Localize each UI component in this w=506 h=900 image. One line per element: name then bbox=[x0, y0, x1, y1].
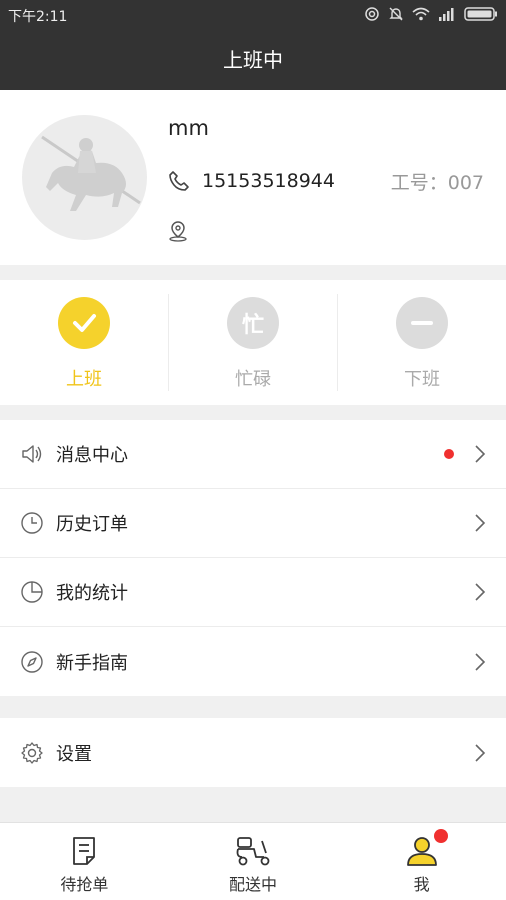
user-icon bbox=[406, 837, 437, 866]
status-on-duty[interactable]: 上班 bbox=[0, 280, 168, 405]
status-label-off-duty: 下班 bbox=[404, 369, 440, 390]
employee-id: 工号：007 bbox=[390, 172, 484, 194]
settings-list: 设置 bbox=[0, 718, 506, 787]
busy-icon: 忙 bbox=[241, 313, 264, 338]
check-icon bbox=[73, 314, 96, 332]
nav-tab-pending-orders[interactable]: 待抢单 bbox=[0, 823, 169, 900]
menu-item-messages[interactable]: 消息中心 bbox=[0, 420, 506, 489]
signal-icon bbox=[439, 8, 454, 21]
gear-icon bbox=[21, 741, 43, 764]
knight-avatar-icon bbox=[41, 135, 141, 211]
nav-label: 待抢单 bbox=[60, 875, 109, 894]
battery-icon bbox=[464, 7, 497, 21]
menu-item-order-history[interactable]: 历史订单 bbox=[0, 489, 506, 558]
nav-tab-me[interactable]: 我 bbox=[337, 823, 506, 900]
chevron-right-icon bbox=[475, 743, 486, 762]
clock-icon bbox=[21, 512, 43, 534]
phone-icon bbox=[169, 171, 189, 191]
menu-item-settings[interactable]: 设置 bbox=[0, 718, 506, 787]
chevron-right-icon bbox=[475, 583, 486, 601]
chevron-right-icon bbox=[475, 514, 486, 532]
chevron-right-icon bbox=[475, 445, 486, 463]
work-status-panel: 上班 忙 忙碌 下班 bbox=[0, 280, 506, 405]
menu-label: 设置 bbox=[56, 743, 92, 765]
menu-label: 我的统计 bbox=[56, 583, 128, 604]
nav-tab-delivering[interactable]: 配送中 bbox=[169, 823, 338, 900]
notification-badge bbox=[434, 829, 449, 843]
system-status-bar: 下午2:11 bbox=[0, 0, 506, 30]
chevron-right-icon bbox=[475, 652, 486, 671]
location-icon bbox=[169, 221, 187, 242]
off-duty-badge bbox=[396, 297, 448, 349]
status-busy[interactable]: 忙 忙碌 bbox=[168, 294, 337, 391]
pie-chart-icon bbox=[21, 581, 43, 603]
status-label-busy: 忙碌 bbox=[235, 369, 271, 390]
document-icon bbox=[73, 837, 96, 865]
status-icons bbox=[364, 6, 498, 22]
compass-icon bbox=[21, 650, 43, 673]
speaker-icon bbox=[22, 445, 42, 463]
menu-label: 历史订单 bbox=[56, 514, 128, 535]
status-time: 下午2:11 bbox=[8, 9, 68, 25]
status-label-on-duty: 上班 bbox=[66, 369, 102, 390]
hotspot-icon bbox=[365, 7, 379, 21]
avatar[interactable] bbox=[22, 115, 147, 240]
status-off-duty[interactable]: 下班 bbox=[337, 294, 506, 391]
bottom-nav: 待抢单 配送中 我 bbox=[0, 822, 506, 900]
phone-row[interactable]: 15153518944 bbox=[168, 170, 335, 192]
phone-number[interactable]: 15153518944 bbox=[202, 170, 335, 192]
menu-item-statistics[interactable]: 我的统计 bbox=[0, 558, 506, 627]
menu-item-guide[interactable]: 新手指南 bbox=[0, 627, 506, 696]
menu-list: 消息中心 历史订单 我的统计 新手指南 bbox=[0, 420, 506, 696]
nav-label: 我 bbox=[413, 875, 430, 894]
profile-card: mm 15153518944 工号：007 bbox=[0, 90, 506, 265]
mute-bell-icon bbox=[389, 7, 403, 21]
minus-icon bbox=[411, 321, 433, 325]
menu-label: 新手指南 bbox=[56, 652, 128, 674]
on-duty-badge bbox=[58, 297, 110, 349]
unread-dot bbox=[444, 449, 454, 459]
scooter-icon bbox=[236, 837, 270, 866]
busy-badge: 忙 bbox=[227, 297, 279, 349]
menu-label: 消息中心 bbox=[56, 445, 128, 466]
page-title: 上班中 bbox=[0, 30, 506, 90]
wifi-icon bbox=[412, 7, 430, 21]
nav-label: 配送中 bbox=[229, 875, 278, 894]
user-name: mm bbox=[168, 116, 209, 140]
